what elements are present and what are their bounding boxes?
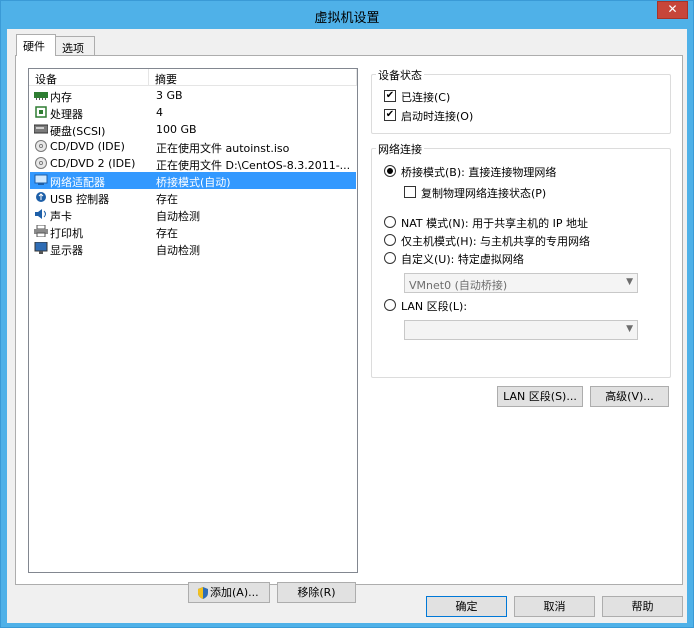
device-row-sound-card[interactable]: 声卡 自动检测 xyxy=(30,206,356,223)
lan-segments-label: LAN 区段(S)... xyxy=(503,390,577,403)
device-name: CD/DVD (IDE) xyxy=(50,140,125,153)
harddisk-icon xyxy=(34,124,48,134)
connected-checkbox[interactable]: ✔ xyxy=(384,90,396,102)
column-header-summary[interactable]: 摘要 xyxy=(149,69,357,86)
cancel-label: 取消 xyxy=(543,600,566,613)
device-summary: 3 GB xyxy=(156,89,183,102)
device-name: CD/DVD 2 (IDE) xyxy=(50,157,136,170)
device-row-printer[interactable]: 打印机 存在 xyxy=(30,223,356,240)
lan-segment-label: LAN 区段(L): xyxy=(401,300,468,313)
device-summary: 自动检测 xyxy=(156,210,200,223)
device-name: 内存 xyxy=(50,91,72,104)
device-row-cd-dvd[interactable]: CD/DVD (IDE) 正在使用文件 autoinst.iso xyxy=(30,138,356,155)
device-row-memory[interactable]: 内存 3 GB xyxy=(30,87,356,104)
advanced-button[interactable]: 高级(V)... xyxy=(590,386,669,407)
window-title: 虚拟机设置 xyxy=(314,11,380,26)
hardware-panel: 设备 摘要 内存 3 GB 处理器 4 硬盘(SCSI) 100 GB CD/D… xyxy=(15,55,683,603)
custom-network-select[interactable]: VMnet0 (自动桥接) ▼ xyxy=(404,273,638,293)
cancel-button[interactable]: 取消 xyxy=(514,596,595,617)
device-summary: 自动检测 xyxy=(156,244,200,257)
replicate-state-checkbox[interactable] xyxy=(404,186,416,198)
dialog-body: 硬件 选项 设备 摘要 内存 3 GB 处理器 4 硬盘(SCSI) 100 G… xyxy=(7,29,687,623)
settings-window: 虚拟机设置 ✕ 硬件 选项 设备 摘要 内存 3 GB 处理器 4 硬盘(SCS… xyxy=(0,0,694,628)
remove-device-button[interactable]: 移除(R) xyxy=(277,582,356,603)
remove-device-label: 移除(R) xyxy=(297,586,336,599)
device-summary: 100 GB xyxy=(156,123,197,136)
chevron-down-icon: ▼ xyxy=(626,324,633,334)
device-status-title: 设备状态 xyxy=(376,67,424,83)
device-name: USB 控制器 xyxy=(50,193,110,206)
nat-radio[interactable] xyxy=(384,216,396,228)
title-bar[interactable]: 虚拟机设置 ✕ xyxy=(1,1,693,29)
advanced-label: 高级(V)... xyxy=(605,390,654,403)
host-only-radio[interactable] xyxy=(384,234,396,246)
usb-icon xyxy=(36,192,46,202)
bridged-label: 桥接模式(B): 直接连接物理网络 xyxy=(401,166,557,179)
replicate-state-label: 复制物理网络连接状态(P) xyxy=(421,187,547,200)
custom-label: 自定义(U): 特定虚拟网络 xyxy=(401,253,524,266)
device-summary: 4 xyxy=(156,106,163,119)
network-connection-title: 网络连接 xyxy=(376,141,424,157)
network-connection-group: 网络连接 桥接模式(B): 直接连接物理网络 复制物理网络连接状态(P) NAT… xyxy=(371,141,671,378)
add-device-button[interactable]: 添加(A)... xyxy=(188,582,270,603)
device-status-group: 设备状态 ✔ 已连接(C) ✔ 启动时连接(O) xyxy=(371,67,671,134)
custom-network-value: VMnet0 (自动桥接) xyxy=(409,279,508,292)
host-only-label: 仅主机模式(H): 与主机共享的专用网络 xyxy=(401,235,591,248)
processor-icon xyxy=(35,106,47,118)
device-name: 网络适配器 xyxy=(50,176,105,189)
device-summary: 存在 xyxy=(156,193,178,206)
device-summary: 正在使用文件 D:\CentOS-8.3.2011-... xyxy=(156,159,351,172)
chevron-down-icon: ▼ xyxy=(626,277,633,287)
close-icon: ✕ xyxy=(667,2,678,16)
help-label: 帮助 xyxy=(631,600,654,613)
device-list[interactable]: 设备 摘要 内存 3 GB 处理器 4 硬盘(SCSI) 100 GB CD/D… xyxy=(28,68,358,573)
device-name: 显示器 xyxy=(50,244,83,257)
device-row-processor[interactable]: 处理器 4 xyxy=(30,104,356,121)
device-summary: 正在使用文件 autoinst.iso xyxy=(156,142,290,155)
ok-label: 确定 xyxy=(455,600,478,613)
shield-icon xyxy=(198,587,208,599)
device-row-usb[interactable]: USB 控制器 存在 xyxy=(30,189,356,206)
lan-segment-select[interactable]: ▼ xyxy=(404,320,638,340)
close-button[interactable]: ✕ xyxy=(657,1,688,19)
device-name: 硬盘(SCSI) xyxy=(50,125,106,138)
display-icon xyxy=(34,242,48,254)
device-row-display[interactable]: 显示器 自动检测 xyxy=(30,240,356,257)
device-name: 处理器 xyxy=(50,108,83,121)
column-header-device[interactable]: 设备 xyxy=(29,69,149,86)
add-device-label: 添加(A)... xyxy=(210,586,259,599)
network-adapter-icon xyxy=(34,174,48,185)
checkmark-icon: ✔ xyxy=(385,109,395,120)
connect-at-power-on-checkbox[interactable]: ✔ xyxy=(384,109,396,121)
memory-icon xyxy=(34,92,48,100)
tab-hardware[interactable]: 硬件 xyxy=(16,34,56,56)
tab-options-label: 选项 xyxy=(62,42,84,55)
device-name: 声卡 xyxy=(50,210,72,223)
device-summary: 桥接模式(自动) xyxy=(156,176,231,189)
connected-label: 已连接(C) xyxy=(401,91,451,104)
cd-dvd-icon xyxy=(35,140,47,152)
checkmark-icon: ✔ xyxy=(385,90,395,101)
device-summary: 存在 xyxy=(156,227,178,240)
device-row-cd-dvd-2[interactable]: CD/DVD 2 (IDE) 正在使用文件 D:\CentOS-8.3.2011… xyxy=(30,155,356,172)
sound-card-icon xyxy=(35,209,46,219)
ok-button[interactable]: 确定 xyxy=(426,596,507,617)
device-list-header: 设备 摘要 xyxy=(29,69,357,86)
device-row-harddisk[interactable]: 硬盘(SCSI) 100 GB xyxy=(30,121,356,138)
cd-dvd-icon xyxy=(35,157,47,169)
help-button[interactable]: 帮助 xyxy=(602,596,683,617)
lan-segments-button[interactable]: LAN 区段(S)... xyxy=(497,386,583,407)
connect-at-power-on-label: 启动时连接(O) xyxy=(401,110,474,123)
bridged-radio[interactable] xyxy=(384,165,396,177)
custom-radio[interactable] xyxy=(384,252,396,264)
tab-options[interactable]: 选项 xyxy=(55,36,95,56)
device-row-network-adapter[interactable]: 网络适配器 桥接模式(自动) xyxy=(30,172,356,189)
nat-label: NAT 模式(N): 用于共享主机的 IP 地址 xyxy=(401,217,588,230)
lan-segment-radio[interactable] xyxy=(384,299,396,311)
printer-icon xyxy=(34,225,48,237)
tab-hardware-label: 硬件 xyxy=(23,40,45,53)
device-name: 打印机 xyxy=(50,227,83,240)
